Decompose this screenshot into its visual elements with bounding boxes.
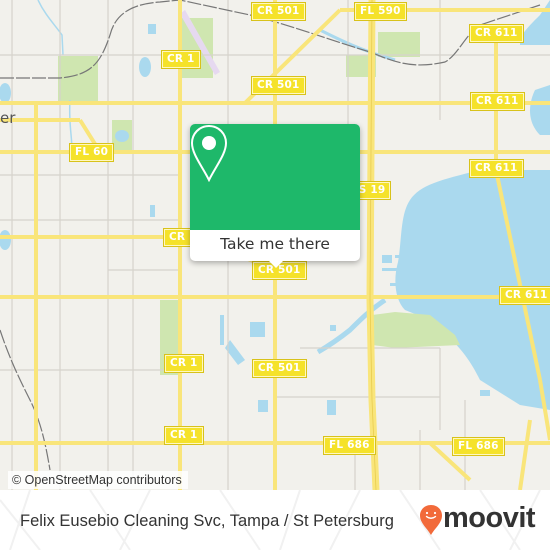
railway [0,329,51,471]
map-attribution[interactable]: © OpenStreetMap contributors [8,471,188,489]
bottom-banner: Felix Eusebio Cleaning Svc, Tampa / St P… [0,490,550,550]
road-shield-cr501: CR 501 [252,359,307,378]
park [378,32,420,57]
moovit-wordmark: moovit [443,502,536,534]
road-shield-cr611: CR 611 [469,24,524,43]
road-shield-cr1: CR 1 [161,50,201,69]
park [58,56,98,101]
place-title: Felix Eusebio Cleaning Svc, Tampa / St P… [20,512,394,530]
road-shield-cr501: CR 501 [251,2,306,21]
road-shield-fl590: FL 590 [354,2,407,21]
take-me-there-button[interactable]: Take me there [190,230,360,261]
moovit-pin-smile-icon [420,505,442,535]
road-shield-cr1: CR 1 [164,354,204,373]
creek [37,0,64,56]
location-popup: Take me there [190,124,360,268]
road-shield-cr501: CR 501 [251,76,306,95]
popup-tail [268,260,284,268]
road-shield-cr611: CR 611 [469,159,524,178]
city-label: er [0,109,16,127]
park [180,18,213,78]
road-shield-cr611: CR 611 [470,92,525,111]
road-shield-fl686: FL 686 [323,436,376,455]
coast-water [530,85,550,135]
road-shield-cr1: CR 1 [164,426,204,445]
popup-header [190,124,360,230]
road-shield-fl686: FL 686 [452,437,505,456]
map-view[interactable]: er CR 501 FL 590 CR 611 CR 1 CR 501 CR 6… [0,0,550,490]
road-shield-cr611: CR 611 [499,286,550,305]
map-pin-icon [190,124,228,182]
road-shield-fl60: FL 60 [68,143,115,162]
